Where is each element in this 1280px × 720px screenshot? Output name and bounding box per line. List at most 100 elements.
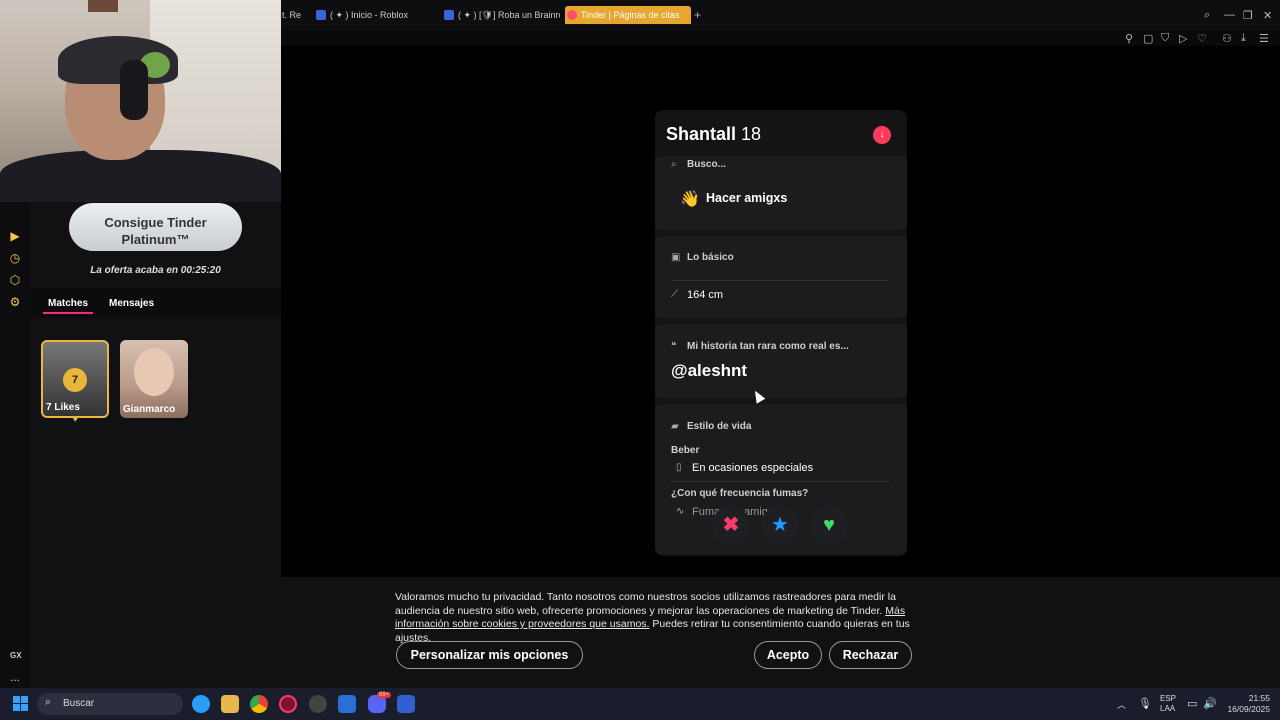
likes-count-badge: 7	[63, 368, 87, 392]
player-icon[interactable]: ▶	[8, 229, 22, 243]
browser-tab-brainrot[interactable]: ( ✦ ) [🛡] Roba un Brainro	[442, 6, 560, 24]
chevron-up-icon[interactable]: ︿	[1117, 698, 1126, 711]
close-icon[interactable]: ✕	[1263, 9, 1272, 22]
extensions-icon[interactable]: ⬡	[8, 273, 22, 287]
reject-button[interactable]: Rechazar	[829, 641, 912, 669]
search-icon: ⌕	[671, 159, 677, 170]
roblox-studio-icon[interactable]	[397, 695, 415, 713]
x-icon: ✖	[722, 514, 740, 536]
download-icon[interactable]: ⤓	[1241, 32, 1246, 45]
bottle-icon: ▯	[676, 462, 682, 473]
time: 21:55	[1248, 693, 1270, 703]
id-card-icon: ▣	[671, 252, 681, 263]
match-card-gianmarco[interactable]: Gianmarco	[120, 340, 188, 418]
shield-icon[interactable]: ⛉	[1161, 32, 1169, 45]
tab-matches[interactable]: Matches	[48, 298, 88, 309]
opera-gx-logo[interactable]: GX	[10, 651, 22, 660]
browser-tab-partial[interactable]: t. Re	[282, 6, 308, 24]
taskbar-search-box[interactable]	[37, 693, 183, 715]
start-tile	[13, 696, 20, 703]
clock[interactable]: 21:55 16/09/2025	[1224, 693, 1270, 715]
webcam-picture-frame	[88, 0, 118, 12]
microphone-icon[interactable]: 🎙	[1138, 697, 1152, 710]
get-platinum-button[interactable]: Consigue Tinder Platinum™	[69, 203, 242, 251]
basics-label: Lo básico	[687, 252, 734, 263]
start-tile	[13, 704, 20, 711]
heart-icon: ♥	[823, 514, 835, 536]
menu-icon[interactable]: ☰	[1259, 32, 1269, 45]
search-icon: ⌕	[45, 696, 52, 708]
height-value: 164 cm	[687, 289, 724, 301]
language-indicator[interactable]: ESP LAA	[1160, 694, 1176, 714]
heart-icon[interactable]: ♡	[1197, 32, 1207, 45]
basics-section	[655, 236, 907, 318]
start-tile	[21, 696, 28, 703]
volume-icon[interactable]: 🔊	[1203, 697, 1217, 710]
lifestyle-label: Estilo de vida	[687, 421, 752, 432]
file-explorer-icon[interactable]	[221, 695, 239, 713]
chrome-icon[interactable]	[250, 695, 268, 713]
more-icon[interactable]: ...	[10, 670, 20, 684]
nope-button[interactable]: ✖	[712, 506, 750, 544]
screen: ▶ ◷ ⬡ ⚙ Consigue Tinder Platinum™ La ofe…	[0, 0, 1280, 720]
divider	[671, 280, 889, 281]
browser-tab-tinder[interactable]: Tinder | Páginas de citas	[565, 6, 691, 24]
edge-icon[interactable]	[192, 695, 210, 713]
settings-gear-icon[interactable]: ⚙	[8, 295, 22, 309]
new-tab-icon[interactable]: +	[694, 8, 701, 22]
smoke-label: ¿Con qué frecuencia fumas?	[671, 488, 809, 499]
profile-name: Shantall 18	[666, 124, 761, 145]
history-icon[interactable]: ◷	[8, 251, 22, 265]
cookie-text-main: Valoramos mucho tu privacidad. Tanto nos…	[395, 591, 896, 617]
pin-icon[interactable]: ⚲	[1125, 32, 1133, 45]
app-icon[interactable]	[309, 695, 327, 713]
app-icon[interactable]	[338, 695, 356, 713]
tab-messages[interactable]: Mensajes	[109, 298, 154, 309]
gold-heart-icon: ♥	[72, 413, 79, 425]
tab-label: t. Re	[282, 10, 302, 20]
date: 16/09/2025	[1227, 704, 1270, 714]
story-value: @aleshnt	[671, 361, 748, 380]
roblox-icon	[444, 10, 454, 20]
network-icon[interactable]: ▭	[1187, 697, 1197, 710]
likes-card[interactable]: 7 7 Likes	[41, 340, 109, 418]
looking-for-label: Busco...	[687, 159, 726, 170]
search-icon[interactable]: ⌕	[1204, 9, 1210, 22]
drink-label: Beber	[671, 445, 700, 456]
play-icon[interactable]: ▷	[1179, 32, 1187, 45]
accept-button[interactable]: Acepto	[754, 641, 822, 669]
snapshot-icon[interactable]: ▢	[1143, 32, 1153, 45]
active-tab-underline	[43, 312, 93, 314]
webcam-overlay	[0, 0, 281, 202]
discord-badge: 99+	[377, 692, 392, 698]
minimize-icon[interactable]: —	[1224, 9, 1235, 21]
roblox-icon	[316, 10, 326, 20]
wave-hand-icon: 👋	[680, 191, 700, 208]
close-profile-icon[interactable]: ↓	[873, 126, 891, 144]
tinder-flame-icon	[567, 10, 577, 20]
story-label: Mi historia tan rara como real es...	[687, 341, 849, 352]
profile-age: 18	[741, 124, 762, 144]
drink-value: En ocasiones especiales	[692, 462, 814, 474]
tab-label: Tinder | Páginas de citas	[581, 10, 680, 20]
super-like-button[interactable]: ★	[761, 506, 799, 544]
language-top: ESP	[1160, 694, 1177, 703]
customize-options-button[interactable]: Personalizar mis opciones	[396, 641, 583, 669]
opera-gx-icon[interactable]	[279, 695, 297, 713]
divider	[671, 481, 889, 482]
windows-start-icon[interactable]	[13, 696, 29, 712]
likes-label: 7 Likes	[46, 402, 80, 413]
language-bottom: LAA	[1160, 704, 1176, 713]
taskbar-search-label: Buscar	[63, 698, 95, 709]
webcam-shirt	[0, 150, 281, 202]
restore-icon[interactable]: ❐	[1243, 9, 1253, 22]
match-photo	[134, 348, 174, 396]
start-tile	[21, 704, 28, 711]
tag-icon: ▰	[671, 421, 679, 432]
tab-label: ( ✦ ) Inicio - Roblox	[330, 10, 409, 20]
browser-tab-roblox[interactable]: ( ✦ ) Inicio - Roblox	[314, 6, 434, 24]
profile-icon[interactable]: ⚇	[1222, 32, 1232, 45]
star-icon: ★	[771, 514, 789, 536]
like-button[interactable]: ♥	[810, 506, 848, 544]
ruler-icon: ⟋	[671, 289, 678, 300]
